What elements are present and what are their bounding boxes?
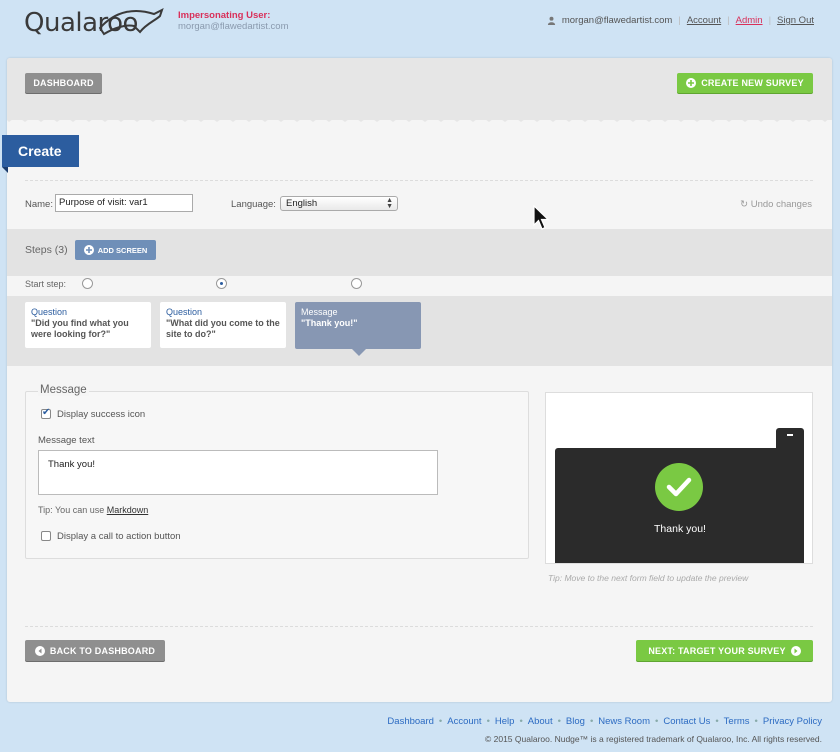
minus-icon <box>787 434 793 436</box>
display-success-icon-label: Display success icon <box>57 409 146 420</box>
footer-link-account[interactable]: Account <box>447 716 481 727</box>
footer-link-about[interactable]: About <box>528 716 553 727</box>
divider: | <box>678 15 681 26</box>
impersonating-email: morgan@flawedartist.com <box>178 21 289 32</box>
user-email: morgan@flawedartist.com <box>561 15 673 26</box>
plus-icon <box>686 78 697 88</box>
success-check-icon <box>655 463 703 511</box>
separator: • <box>438 716 443 727</box>
divider: | <box>768 15 772 26</box>
undo-changes-link[interactable]: ↻ Undo changes <box>740 199 812 210</box>
next-target-survey-label: NEXT: TARGET YOUR SURVEY <box>648 645 786 656</box>
markdown-tip: Tip: You can use Markdown <box>38 505 148 515</box>
back-arrow-icon <box>34 645 45 656</box>
footer-link-contact-us[interactable]: Contact Us <box>663 716 710 727</box>
footer-links: Dashboard • Account • Help • About • Blog • N… <box>387 716 822 727</box>
create-new-survey-label: CREATE NEW SURVEY <box>701 78 804 88</box>
copyright-text: © 2015 Qualaroo. Nudge™ is a registered … <box>485 734 822 744</box>
section-title-tab: Create <box>2 135 79 173</box>
step-type: Message <box>301 307 338 317</box>
step-type: Question <box>166 307 203 317</box>
preview-tip: Tip: Move to the next form field to upda… <box>548 573 749 583</box>
footer-link-news-room[interactable]: News Room <box>598 716 650 727</box>
footer-link-terms[interactable]: Terms <box>724 716 750 727</box>
language-value: English <box>286 198 318 209</box>
mouse-cursor-icon <box>533 205 550 230</box>
start-step-label: Start step: <box>25 279 67 289</box>
kangaroo-logo-icon <box>98 8 164 36</box>
step-text: "Thank you!" <box>301 318 358 328</box>
separator: • <box>655 716 659 727</box>
cta-button-checkbox[interactable] <box>41 531 51 541</box>
footer-link-help[interactable]: Help <box>495 716 515 727</box>
user-icon <box>547 16 555 25</box>
survey-name-input[interactable]: Purpose of visit: var1 <box>55 194 193 212</box>
message-text-input[interactable]: Thank you! <box>38 450 438 495</box>
markdown-link[interactable]: Markdown <box>107 505 149 515</box>
forward-arrow-icon <box>790 645 801 656</box>
add-screen-button[interactable]: ADD SCREEN <box>75 240 156 260</box>
top-header: Qualaroo Impersonating User: morgan@flaw… <box>0 0 840 56</box>
cta-button-label: Display a call to action button <box>57 531 181 542</box>
separator: • <box>486 716 490 727</box>
admin-link[interactable]: Admin <box>736 15 763 26</box>
plus-icon <box>83 245 94 255</box>
display-success-icon-checkbox[interactable] <box>41 407 51 419</box>
separator: • <box>754 716 758 727</box>
account-link[interactable]: Account <box>687 15 721 26</box>
step-text: "Did you find what you were looking for?… <box>31 318 129 339</box>
step-card-3[interactable]: Message "Thank you!" <box>295 302 421 356</box>
steps-count: Steps (3) <box>25 244 68 256</box>
preview-thanks-text: Thank you! <box>654 523 706 535</box>
back-to-dashboard-button[interactable]: BACK TO DASHBOARD <box>25 640 165 661</box>
separator: • <box>519 716 523 727</box>
message-text-label: Message text <box>38 435 95 446</box>
step-type: Question <box>31 307 68 317</box>
footer-link-dashboard[interactable]: Dashboard <box>387 716 433 727</box>
language-select[interactable]: English ▲ ▼ <box>280 196 398 211</box>
tip-text: Tip: You can use <box>38 505 105 515</box>
separator: • <box>589 716 594 727</box>
start-step-radio-2[interactable] <box>216 278 227 289</box>
survey-editor-card: DASHBOARD CREATE NEW SURVEY Create Name:… <box>2 58 832 702</box>
message-legend: Message <box>38 384 89 396</box>
step-card-1[interactable]: Question "Did you find what you were loo… <box>25 302 151 348</box>
footer-link-privacy-policy[interactable]: Privacy Policy <box>763 716 822 727</box>
separator: • <box>715 716 719 727</box>
footer-link-blog[interactable]: Blog <box>566 716 585 727</box>
back-to-dashboard-label: BACK TO DASHBOARD <box>49 645 156 656</box>
language-label: Language: <box>231 199 276 210</box>
next-target-survey-button[interactable]: NEXT: TARGET YOUR SURVEY <box>636 640 813 661</box>
add-screen-label: ADD SCREEN <box>97 245 148 255</box>
zigzag-divider <box>7 112 832 122</box>
start-step-radio-3[interactable] <box>351 278 362 289</box>
step-text: "What did you come to the site to do?" <box>166 318 280 339</box>
impersonating-label: Impersonating User: <box>178 10 271 21</box>
divider <box>25 180 813 181</box>
impersonation-notice: Impersonating User: morgan@flawedartist.… <box>178 10 289 32</box>
divider: | <box>727 15 730 26</box>
name-label: Name: <box>25 199 53 210</box>
create-new-survey-button[interactable]: CREATE NEW SURVEY <box>677 73 813 93</box>
step-card-2[interactable]: Question "What did you come to the site … <box>160 302 286 348</box>
undo-icon: ↻ <box>740 199 749 210</box>
dashboard-button[interactable]: DASHBOARD <box>25 73 102 93</box>
account-links: morgan@flawedartist.com | Account | Admi… <box>547 15 814 26</box>
sign-out-link[interactable]: Sign Out <box>777 15 814 26</box>
undo-label: Undo changes <box>750 199 812 210</box>
select-arrows-icon: ▲ ▼ <box>386 197 393 210</box>
start-step-radio-1[interactable] <box>82 278 93 289</box>
separator: • <box>557 716 561 727</box>
message-preview: Thank you! <box>545 392 813 564</box>
divider <box>25 626 813 627</box>
